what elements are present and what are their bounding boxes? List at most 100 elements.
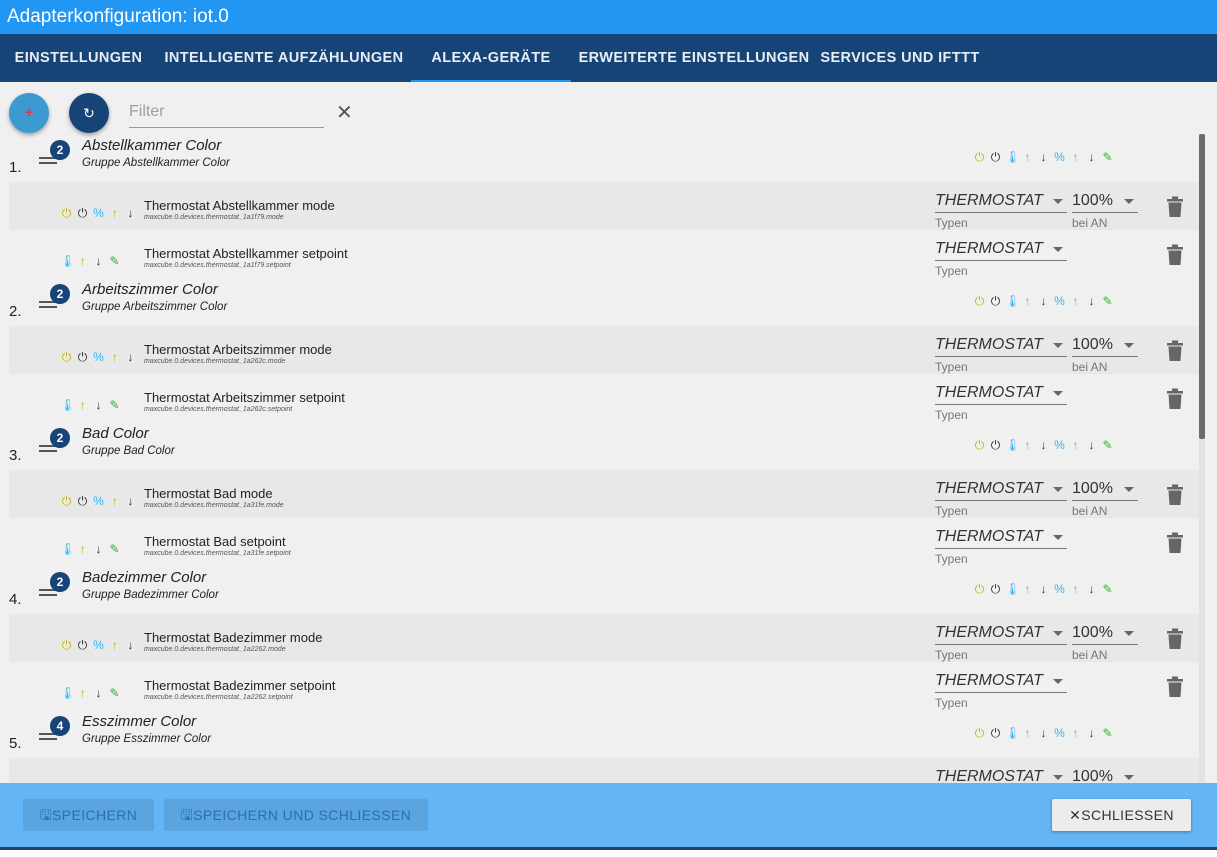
tab-intelligente-aufzaehlungen[interactable]: INTELLIGENTE AUFZÄHLUNGEN — [157, 34, 411, 82]
delete-icon[interactable] — [1165, 484, 1185, 506]
arrow-down-icon[interactable]: ↓ — [92, 254, 105, 268]
arrow-down-icon[interactable]: ↓ — [1037, 150, 1050, 165]
power-on-icon[interactable]: ⏻ — [60, 494, 73, 509]
power-off-icon[interactable]: ⏻ — [989, 582, 1002, 597]
power-off-icon[interactable]: ⏻ — [989, 726, 1002, 741]
delete-icon[interactable] — [1165, 340, 1185, 362]
scrollbar-thumb[interactable] — [1199, 134, 1205, 439]
on-percent-select[interactable]: 100% — [1072, 332, 1138, 357]
pipette-icon[interactable]: ✎ — [108, 686, 121, 700]
arrow-down-icon[interactable]: ↓ — [92, 542, 105, 556]
on-percent-select[interactable]: 100% — [1072, 764, 1138, 783]
thermometer-icon[interactable]: 🌡︎ — [1005, 294, 1020, 309]
arrow-down-icon[interactable]: ↓ — [1085, 726, 1098, 741]
arrow-down-icon[interactable]: ↓ — [92, 398, 105, 412]
arrow-down-icon[interactable]: ↓ — [1037, 438, 1050, 453]
arrow-down-icon[interactable]: ↓ — [1037, 582, 1050, 597]
save-button[interactable]: 🖫SPEICHERN — [23, 799, 154, 831]
arrow-down-icon[interactable]: ↓ — [92, 686, 105, 700]
tab-einstellungen[interactable]: EINSTELLUNGEN — [0, 34, 157, 82]
power-off-icon[interactable]: ⏻ — [76, 350, 89, 365]
arrow-up-icon[interactable]: ↑ — [1069, 150, 1082, 165]
type-select[interactable]: THERMOSTAT — [935, 236, 1067, 261]
arrow-down-icon[interactable]: ↓ — [124, 206, 137, 221]
type-select[interactable]: THERMOSTAT — [935, 668, 1067, 693]
pipette-icon[interactable]: ✎ — [108, 542, 121, 556]
delete-icon[interactable] — [1165, 388, 1185, 410]
delete-icon[interactable] — [1165, 196, 1185, 218]
on-percent-select[interactable]: 100% — [1072, 476, 1138, 501]
arrow-up-icon[interactable]: ↑ — [1069, 582, 1082, 597]
power-off-icon[interactable]: ⏻ — [989, 294, 1002, 309]
type-select[interactable]: THERMOSTAT — [935, 188, 1067, 213]
arrow-up-icon[interactable]: ↑ — [1069, 294, 1082, 309]
percent-icon[interactable]: % — [1053, 726, 1066, 741]
arrow-up-icon[interactable]: ↑ — [1021, 582, 1034, 597]
arrow-down-icon[interactable]: ↓ — [1085, 150, 1098, 165]
thermometer-icon[interactable]: 🌡︎ — [1005, 150, 1020, 165]
arrow-down-icon[interactable]: ↓ — [1037, 294, 1050, 309]
thermometer-icon[interactable]: 🌡︎ — [60, 686, 75, 700]
percent-icon[interactable]: % — [92, 638, 105, 653]
add-group-button[interactable]: + — [9, 93, 49, 133]
power-off-icon[interactable]: ⏻ — [989, 438, 1002, 453]
thermometer-icon[interactable]: 🌡︎ — [60, 542, 75, 556]
thermometer-icon[interactable]: 🌡︎ — [60, 398, 75, 412]
arrow-up-icon[interactable]: ↑ — [108, 638, 121, 653]
arrow-up-icon[interactable]: ↑ — [1021, 294, 1034, 309]
type-select[interactable]: THERMOSTAT — [935, 620, 1067, 645]
thermometer-icon[interactable]: 🌡︎ — [1005, 582, 1020, 597]
percent-icon[interactable]: % — [1053, 150, 1066, 165]
group-title[interactable]: Arbeitszimmer Color — [82, 281, 218, 298]
arrow-up-icon[interactable]: ↑ — [1069, 726, 1082, 741]
delete-icon[interactable] — [1165, 532, 1185, 554]
arrow-down-icon[interactable]: ↓ — [1085, 294, 1098, 309]
filter-input[interactable] — [129, 96, 324, 128]
delete-icon[interactable] — [1165, 676, 1185, 698]
power-off-icon[interactable]: ⏻ — [76, 494, 89, 509]
arrow-up-icon[interactable]: ↑ — [76, 542, 89, 556]
clear-filter-button[interactable]: ✕ — [336, 100, 353, 125]
arrow-up-icon[interactable]: ↑ — [1021, 726, 1034, 741]
tab-services-und-ifttt[interactable]: SERVICES UND IFTTT — [817, 34, 983, 82]
group-title[interactable]: Abstellkammer Color — [82, 137, 221, 154]
power-on-icon[interactable]: ⏻ — [973, 582, 986, 597]
save-and-close-button[interactable]: 🖫SPEICHERN UND SCHLIESSEN — [164, 799, 428, 831]
pipette-icon[interactable]: ✎ — [1101, 726, 1114, 741]
percent-icon[interactable]: % — [1053, 294, 1066, 309]
tab-alexa-geraete[interactable]: ALEXA-GERÄTE — [411, 34, 571, 82]
arrow-up-icon[interactable]: ↑ — [76, 398, 89, 412]
pipette-icon[interactable]: ✎ — [1101, 438, 1114, 453]
type-select[interactable]: THERMOSTAT — [935, 380, 1067, 405]
pipette-icon[interactable]: ✎ — [108, 398, 121, 412]
arrow-up-icon[interactable]: ↑ — [1069, 438, 1082, 453]
percent-icon[interactable]: % — [92, 494, 105, 509]
delete-icon[interactable] — [1165, 244, 1185, 266]
on-percent-select[interactable]: 100% — [1072, 620, 1138, 645]
group-title[interactable]: Badezimmer Color — [82, 569, 206, 586]
percent-icon[interactable]: % — [92, 350, 105, 365]
refresh-button[interactable]: ↻ — [69, 93, 109, 133]
thermometer-icon[interactable]: 🌡︎ — [60, 254, 75, 268]
group-title[interactable]: Bad Color — [82, 425, 149, 442]
pipette-icon[interactable]: ✎ — [1101, 294, 1114, 309]
percent-icon[interactable]: % — [1053, 438, 1066, 453]
type-select[interactable]: THERMOSTAT — [935, 524, 1067, 549]
percent-icon[interactable]: % — [1053, 582, 1066, 597]
tab-erweiterte-einstellungen[interactable]: ERWEITERTE EINSTELLUNGEN — [571, 34, 817, 82]
arrow-down-icon[interactable]: ↓ — [124, 350, 137, 365]
arrow-up-icon[interactable]: ↑ — [76, 254, 89, 268]
pipette-icon[interactable]: ✎ — [108, 254, 121, 268]
pipette-icon[interactable]: ✎ — [1101, 582, 1114, 597]
power-on-icon[interactable]: ⏻ — [973, 150, 986, 165]
type-select[interactable]: THERMOSTAT — [935, 764, 1067, 783]
arrow-down-icon[interactable]: ↓ — [1037, 726, 1050, 741]
type-select[interactable]: THERMOSTAT — [935, 476, 1067, 501]
arrow-up-icon[interactable]: ↑ — [108, 206, 121, 221]
arrow-down-icon[interactable]: ↓ — [1085, 438, 1098, 453]
arrow-up-icon[interactable]: ↑ — [108, 494, 121, 509]
arrow-up-icon[interactable]: ↑ — [1021, 150, 1034, 165]
arrow-up-icon[interactable]: ↑ — [1021, 438, 1034, 453]
power-off-icon[interactable]: ⏻ — [76, 206, 89, 221]
arrow-down-icon[interactable]: ↓ — [1085, 582, 1098, 597]
